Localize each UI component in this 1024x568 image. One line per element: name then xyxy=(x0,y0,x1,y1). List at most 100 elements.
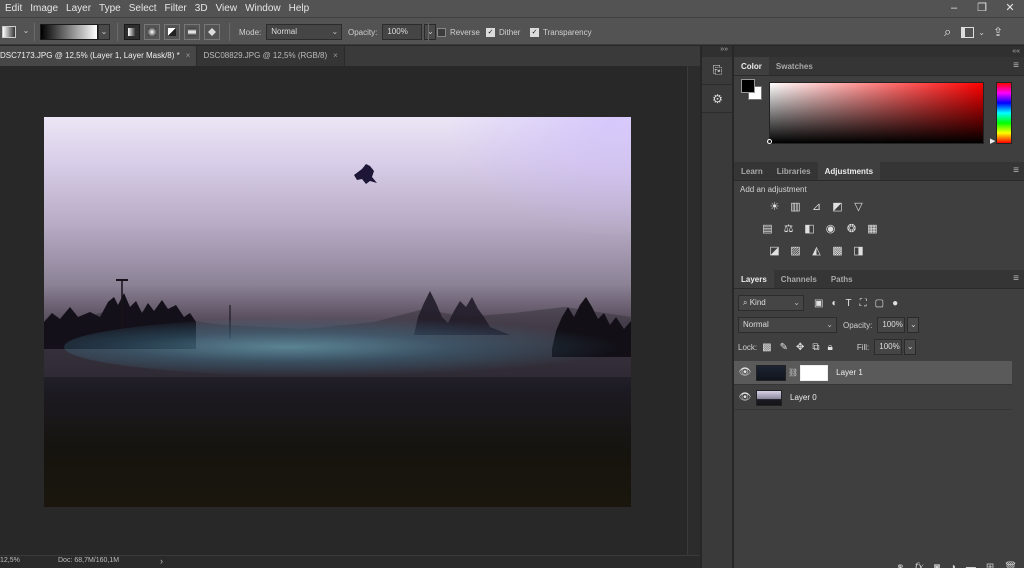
transparency-checkbox[interactable]: ✓ xyxy=(530,27,539,37)
reflected-gradient-button[interactable] xyxy=(184,24,200,40)
layer-opacity-dropdown[interactable]: ⌄ xyxy=(907,317,920,333)
layer-row[interactable]: 👁︎ ⛓ Layer 1 xyxy=(734,361,1012,385)
transparency-option[interactable]: ✓ Transparency xyxy=(530,18,597,46)
close-icon[interactable]: × xyxy=(186,51,191,60)
selective-color-icon[interactable]: ▩ xyxy=(829,243,846,257)
shape-filter-icon[interactable]: ⛶ xyxy=(860,298,867,309)
new-group-icon[interactable]: ▬ xyxy=(966,562,976,568)
type-filter-icon[interactable]: T xyxy=(846,298,852,309)
layer-name[interactable]: Layer 0 xyxy=(790,393,817,402)
link-layers-icon[interactable]: ⚭ xyxy=(896,562,904,568)
channel-mixer-icon[interactable]: ❂ xyxy=(843,221,860,235)
brightness-contrast-icon[interactable]: ☀ xyxy=(766,199,783,213)
layer-name[interactable]: Layer 1 xyxy=(836,368,863,377)
status-arrow-icon[interactable]: › xyxy=(160,556,163,566)
black-white-icon[interactable]: ◧ xyxy=(801,221,818,235)
color-balance-icon[interactable]: ⚖ xyxy=(780,221,797,235)
layer-opacity-input[interactable]: 100% xyxy=(877,317,906,333)
mode-select[interactable]: Normal ⌄ xyxy=(266,24,343,40)
color-lookup-icon[interactable]: ▦ xyxy=(864,221,881,235)
vertical-scrollbar[interactable] xyxy=(687,66,700,555)
panel-menu-icon[interactable]: ≡ xyxy=(1013,165,1019,176)
lock-position-icon[interactable]: ✥ xyxy=(796,342,804,353)
menu-view[interactable]: View xyxy=(212,0,242,17)
foreground-color-swatch[interactable] xyxy=(741,79,755,93)
gradient-preview[interactable] xyxy=(40,24,98,40)
levels-icon[interactable]: ▥ xyxy=(787,199,804,213)
dither-checkbox[interactable]: ✓ xyxy=(486,27,495,37)
hue-marker-icon[interactable]: ▶ xyxy=(990,137,995,145)
tab-channels[interactable]: Channels xyxy=(774,270,824,288)
menu-window[interactable]: Window xyxy=(241,0,285,17)
smart-object-filter-icon[interactable]: ▢ xyxy=(875,298,884,309)
photo-filter-icon[interactable]: ◉ xyxy=(822,221,839,235)
reverse-option[interactable]: Reverse xyxy=(437,18,485,46)
vibrance-icon[interactable]: ▽ xyxy=(850,199,867,213)
document-image[interactable] xyxy=(44,117,631,507)
tool-preset[interactable]: ⌄ xyxy=(2,18,32,46)
lock-pixels-icon[interactable]: ✎ xyxy=(780,342,788,353)
menu-layer[interactable]: Layer xyxy=(62,0,95,17)
fill-input[interactable]: 100% xyxy=(874,339,903,355)
menu-type[interactable]: Type xyxy=(95,0,125,17)
menu-3d[interactable]: 3D xyxy=(191,0,212,17)
restore-button[interactable]: ❐ xyxy=(968,0,996,17)
link-icon[interactable]: ⛓ xyxy=(788,368,798,377)
layer-style-icon[interactable]: fx xyxy=(914,562,923,568)
visibility-eye-icon[interactable]: 👁︎ xyxy=(734,392,756,403)
invert-icon[interactable]: ◪ xyxy=(766,243,783,257)
visibility-eye-icon[interactable]: 👁︎ xyxy=(734,367,756,378)
curves-icon[interactable]: ⊿ xyxy=(808,199,825,213)
adjustment-filter-icon[interactable]: ◐ xyxy=(831,298,837,309)
opacity-input[interactable]: 100% xyxy=(382,24,423,40)
threshold-icon[interactable]: ◭ xyxy=(808,243,825,257)
minimize-button[interactable]: – xyxy=(940,0,968,17)
panel-menu-icon[interactable]: ≡ xyxy=(1013,273,1019,284)
close-button[interactable]: ✕ xyxy=(996,0,1024,17)
exposure-icon[interactable]: ◩ xyxy=(829,199,846,213)
menu-select[interactable]: Select xyxy=(125,0,161,17)
properties-icon[interactable]: ⚙ xyxy=(702,85,733,113)
color-picker-marker[interactable] xyxy=(767,139,772,144)
search-icon[interactable]: ⌕ xyxy=(944,24,951,40)
lock-all-icon[interactable]: 🔒︎ xyxy=(828,342,833,353)
color-field[interactable] xyxy=(769,82,984,144)
collapse-arrows-icon[interactable]: «« xyxy=(734,46,1024,57)
gradient-map-icon[interactable]: ◨ xyxy=(850,243,867,257)
tab-learn[interactable]: Learn xyxy=(734,162,770,180)
tab-paths[interactable]: Paths xyxy=(824,270,860,288)
history-icon[interactable]: ⎘ xyxy=(702,57,733,85)
add-mask-icon[interactable]: ◙ xyxy=(934,562,940,568)
posterize-icon[interactable]: ▨ xyxy=(787,243,804,257)
dither-option[interactable]: ✓ Dither xyxy=(486,18,525,46)
menu-help[interactable]: Help xyxy=(285,0,314,17)
tab-adjustments[interactable]: Adjustments xyxy=(817,162,881,180)
menu-edit[interactable]: Edit xyxy=(0,0,26,17)
filter-toggle-icon[interactable]: ● xyxy=(892,298,898,309)
close-icon[interactable]: × xyxy=(333,51,338,60)
reverse-checkbox[interactable] xyxy=(437,27,446,37)
linear-gradient-button[interactable] xyxy=(124,24,140,40)
new-layer-icon[interactable]: ⊞ xyxy=(986,562,994,568)
delete-layer-icon[interactable]: 🗑︎ xyxy=(1004,562,1017,568)
tab-libraries[interactable]: Libraries xyxy=(770,162,818,180)
canvas-area[interactable] xyxy=(0,66,687,555)
fill-dropdown[interactable]: ⌄ xyxy=(904,339,917,355)
collapse-arrows-icon[interactable]: »» xyxy=(702,46,732,57)
panel-menu-icon[interactable]: ≡ xyxy=(1013,60,1019,71)
menu-filter[interactable]: Filter xyxy=(161,0,191,17)
lock-artboard-icon[interactable]: ⧉ xyxy=(812,342,819,353)
doc-tab-active[interactable]: DSC7173.JPG @ 12,5% (Layer 1, Layer Mask… xyxy=(0,46,198,66)
lock-transparency-icon[interactable]: ▩ xyxy=(762,342,771,353)
workspace-icon[interactable] xyxy=(961,26,975,38)
share-icon[interactable]: ⇪ xyxy=(993,25,1003,39)
layer-mask-thumbnail[interactable] xyxy=(800,364,829,381)
menu-image[interactable]: Image xyxy=(26,0,62,17)
blend-mode-select[interactable]: Normal ⌄ xyxy=(738,317,837,333)
hue-saturation-icon[interactable]: ▤ xyxy=(759,221,776,235)
layer-row[interactable]: 👁︎ Layer 0 xyxy=(734,386,1012,410)
gradient-dropdown[interactable]: ⌄ xyxy=(98,24,110,40)
layer-filter-select[interactable]: ⌕ Kind ⌄ xyxy=(738,295,804,311)
new-adjustment-icon[interactable]: ◑ xyxy=(950,562,956,568)
tab-color[interactable]: Color xyxy=(734,57,769,75)
